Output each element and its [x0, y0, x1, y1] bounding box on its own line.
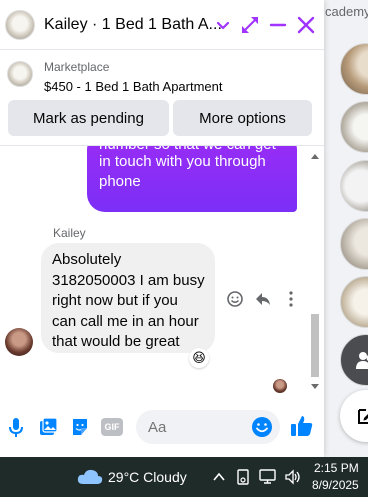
- microphone-icon[interactable]: [8, 417, 24, 439]
- chat-head-avatar[interactable]: [340, 101, 368, 153]
- chat-head-avatar[interactable]: [340, 43, 368, 95]
- gif-icon[interactable]: GIF: [101, 418, 123, 436]
- chat-head-avatar[interactable]: [340, 218, 368, 270]
- more-options-button[interactable]: More options: [173, 100, 312, 136]
- message-line: that would be great: [52, 333, 180, 350]
- group-chat-head-avatar[interactable]: [340, 334, 368, 386]
- new-message-button[interactable]: [340, 390, 368, 442]
- incoming-message[interactable]: Absolutely 3182050003 I am busy right no…: [41, 243, 215, 353]
- network-icon[interactable]: [258, 468, 278, 486]
- thumbs-up-icon[interactable]: [290, 414, 314, 438]
- cloud-icon[interactable]: [76, 466, 104, 486]
- marketplace-listing-banner: Marketplace $450 - 1 Bed 1 Bath Apartmen…: [0, 50, 324, 146]
- volume-icon[interactable]: [284, 468, 302, 486]
- message-line: right now but if you: [52, 292, 178, 309]
- seen-indicator-avatar: [273, 379, 287, 393]
- sticker-icon[interactable]: [70, 417, 90, 437]
- background-text: cademy: [325, 4, 368, 19]
- chat-title[interactable]: Kailey · 1 Bed 1 Bath A...: [44, 16, 222, 34]
- more-actions-icon[interactable]: [283, 290, 299, 308]
- clock-time[interactable]: 2:15 PM: [314, 461, 359, 475]
- chat-heads-strip: cademy: [324, 0, 368, 457]
- message-composer: GIF: [0, 400, 324, 457]
- scroll-up-icon[interactable]: [311, 153, 319, 159]
- scrollbar-thumb[interactable]: [311, 314, 319, 377]
- chat-window: Kailey · 1 Bed 1 Bath A... Marketplace $…: [0, 0, 324, 457]
- message-line: phone: [99, 173, 141, 190]
- chat-header[interactable]: Kailey · 1 Bed 1 Bath A...: [0, 0, 324, 50]
- message-line: Absolutely: [52, 251, 122, 268]
- expand-icon[interactable]: [240, 14, 260, 36]
- device-icon[interactable]: [236, 468, 250, 486]
- mark-as-pending-button[interactable]: Mark as pending: [8, 100, 169, 136]
- listing-avatar[interactable]: [5, 10, 35, 40]
- message-scrollbar[interactable]: [308, 150, 322, 395]
- message-line: in touch with you through: [99, 153, 266, 170]
- sender-name: Kailey: [53, 226, 86, 240]
- listing-category: Marketplace: [44, 60, 110, 74]
- photo-icon[interactable]: [38, 417, 58, 437]
- chat-head-avatar[interactable]: [340, 160, 368, 212]
- message-list: number so that we can get in touch with …: [0, 146, 324, 396]
- group-icon: [356, 352, 368, 369]
- reply-icon[interactable]: [254, 290, 272, 308]
- scroll-down-icon[interactable]: [311, 384, 319, 390]
- chat-head-avatar[interactable]: [340, 276, 368, 328]
- clock-date[interactable]: 8/9/2025: [312, 478, 359, 492]
- close-icon[interactable]: [296, 14, 316, 36]
- listing-title[interactable]: $450 - 1 Bed 1 Bath Apartment: [44, 79, 223, 94]
- react-emoji-icon[interactable]: [226, 290, 244, 308]
- taskbar: 29°C Cloudy 2:15 PM 8/9/2025: [0, 457, 368, 497]
- weather-status[interactable]: 29°C Cloudy: [108, 469, 187, 485]
- minimize-icon[interactable]: [269, 14, 287, 36]
- laugh-reaction-icon[interactable]: 😆: [189, 348, 209, 368]
- chevron-down-icon[interactable]: [215, 14, 231, 36]
- chevron-up-icon[interactable]: [212, 470, 226, 484]
- message-line: can call me in an hour: [52, 312, 199, 330]
- emoji-icon[interactable]: [251, 416, 273, 438]
- sender-avatar[interactable]: [5, 328, 33, 356]
- message-line: 3182050003 I am busy: [52, 271, 205, 289]
- compose-icon: [358, 409, 368, 424]
- listing-thumbnail[interactable]: [7, 61, 33, 87]
- outgoing-message[interactable]: number so that we can get in touch with …: [87, 146, 297, 212]
